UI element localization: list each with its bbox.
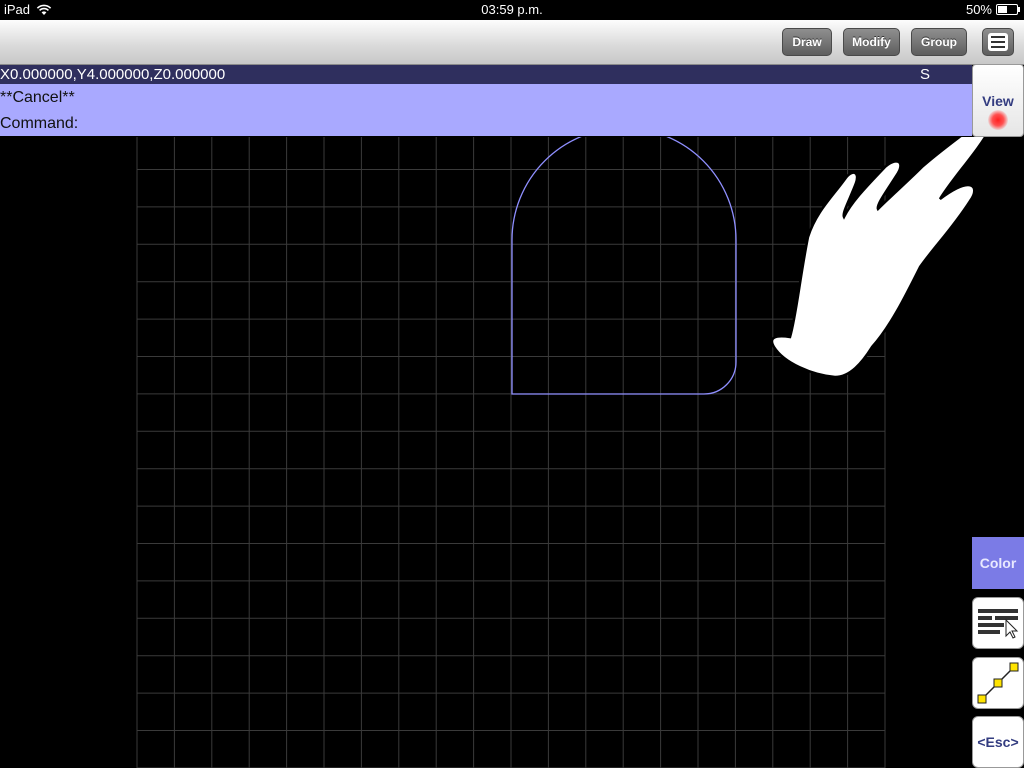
snap-indicator[interactable]: S [920,65,930,84]
draw-button[interactable]: Draw [782,28,832,56]
hand-pointer-icon [770,137,987,379]
list-menu-icon [988,33,1008,51]
escape-button[interactable]: <Esc> [972,716,1024,768]
grid [136,137,886,768]
arch-shape[interactable] [511,137,737,395]
line-segment-icon [977,662,1019,704]
battery-percent: 50% [965,2,992,17]
view-button-label: View [982,92,1014,109]
command-prompt: Command: [0,115,79,132]
app-screen: iPad 03:59 p.m. 50% Draw Modify Group X0… [0,0,1024,768]
escape-button-label: <Esc> [977,734,1019,750]
clock: 03:59 p.m. [481,2,543,17]
layer-select-button[interactable] [972,597,1024,649]
drawing-canvas[interactable] [0,137,1024,768]
touch-indicator [988,110,1008,130]
battery-icon [996,4,1020,15]
status-bar: iPad 03:59 p.m. 50% [0,0,1024,20]
command-history-line: **Cancel** [0,89,75,106]
menu-button[interactable] [982,28,1014,56]
line-tool-button[interactable] [972,657,1024,709]
layers-cursor-icon [978,609,1019,639]
group-button[interactable]: Group [911,28,967,56]
modify-button[interactable]: Modify [843,28,900,56]
toolbar: Draw Modify Group [0,20,1024,65]
color-button[interactable]: Color [972,537,1024,589]
coordinate-bar: X0.000000,Y4.000000,Z0.000000 S [0,65,972,84]
color-button-label: Color [979,555,1017,571]
coordinate-readout: X0.000000,Y4.000000,Z0.000000 [0,66,226,83]
command-console[interactable]: **Cancel** Command: [0,84,972,136]
